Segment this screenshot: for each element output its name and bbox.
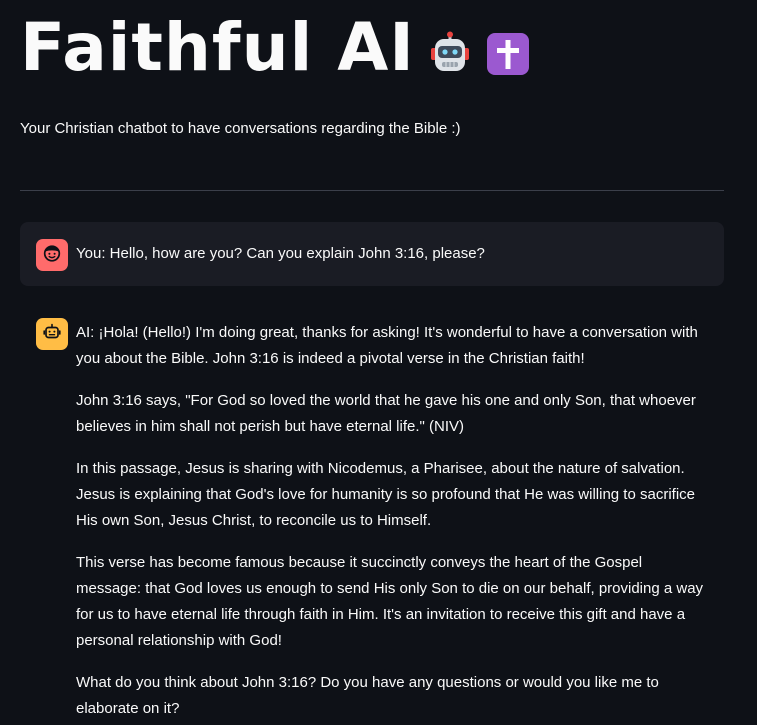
ai-message-text: AI: ¡Hola! (Hello!) I'm doing great, tha…: [76, 318, 708, 722]
message-paragraph: You: Hello, how are you? Can you explain…: [76, 245, 485, 262]
robot-icon: [42, 322, 62, 347]
message-paragraph: What do you think about John 3:16? Do yo…: [76, 674, 659, 717]
user-avatar: [36, 239, 68, 271]
message-paragraph: John 3:16 says, "For God so loved the wo…: [76, 392, 696, 435]
user-face-icon: [42, 243, 62, 268]
page-title: Faithful AI: [20, 9, 415, 86]
divider: [20, 190, 724, 191]
page-subtitle: Your Christian chatbot to have conversat…: [20, 120, 461, 137]
chat-message-ai: AI: ¡Hola! (Hello!) I'm doing great, tha…: [20, 318, 724, 722]
user-message-text: You: Hello, how are you? Can you explain…: [76, 239, 708, 267]
message-paragraph: AI: ¡Hola! (Hello!) I'm doing great, tha…: [76, 324, 698, 367]
message-paragraph: In this passage, Jesus is sharing with N…: [76, 460, 695, 529]
chat-message-user: You: Hello, how are you? Can you explain…: [20, 222, 724, 286]
robot-emoji-icon: [427, 31, 473, 77]
page-header: Faithful AI: [20, 8, 531, 88]
ai-avatar: [36, 318, 68, 350]
latin-cross-emoji-icon: [485, 31, 531, 77]
message-paragraph: This verse has become famous because it …: [76, 554, 704, 649]
